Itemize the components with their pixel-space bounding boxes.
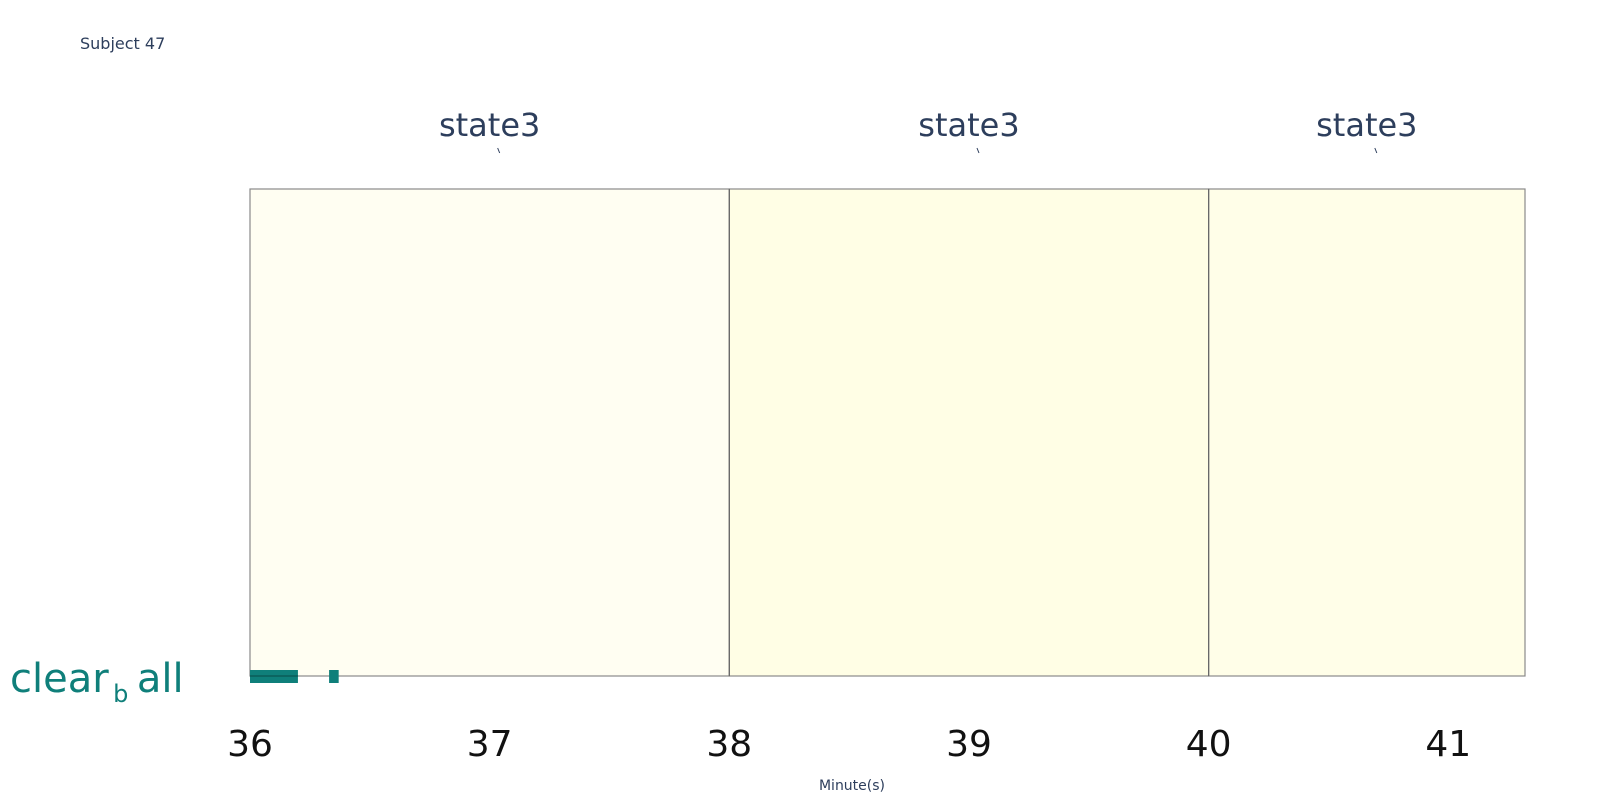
subject-label: Subject 47 bbox=[80, 34, 165, 53]
state-label-leader-2 bbox=[976, 147, 980, 154]
x-tick-label-36: 36 bbox=[227, 724, 273, 765]
x-axis-ticks: 36 37 38 39 40 41 bbox=[227, 724, 1471, 765]
x-tick-label-38: 38 bbox=[706, 724, 752, 765]
timeline-chart: Subject 47 state3 state3 state3 36 37 38 39 40… bbox=[10, 34, 1526, 794]
state-label-2: state3 bbox=[918, 106, 1019, 144]
state-label-1: state3 bbox=[439, 106, 540, 144]
state-labels: state3 state3 state3 bbox=[439, 106, 1418, 154]
state-segment-3 bbox=[1208, 188, 1526, 677]
event-label-main: clear bbox=[10, 656, 109, 702]
x-tick-label-37: 37 bbox=[467, 724, 513, 765]
event-label-sub: b bbox=[113, 680, 128, 708]
state-segment-2 bbox=[728, 188, 1210, 677]
state-segment-1 bbox=[249, 188, 730, 677]
event-label-end: all bbox=[137, 656, 184, 702]
state-label-leader-3 bbox=[1374, 147, 1378, 154]
state-label-3: state3 bbox=[1316, 106, 1417, 144]
x-tick-label-39: 39 bbox=[946, 724, 992, 765]
event-bar-2 bbox=[329, 670, 339, 683]
x-axis-label: Minute(s) bbox=[819, 778, 885, 794]
x-tick-label-40: 40 bbox=[1186, 724, 1232, 765]
state-segments bbox=[249, 188, 1526, 677]
event-track-label: clear b all bbox=[10, 656, 184, 708]
x-tick-label-41: 41 bbox=[1425, 724, 1471, 765]
state-label-leader-1 bbox=[497, 147, 501, 154]
